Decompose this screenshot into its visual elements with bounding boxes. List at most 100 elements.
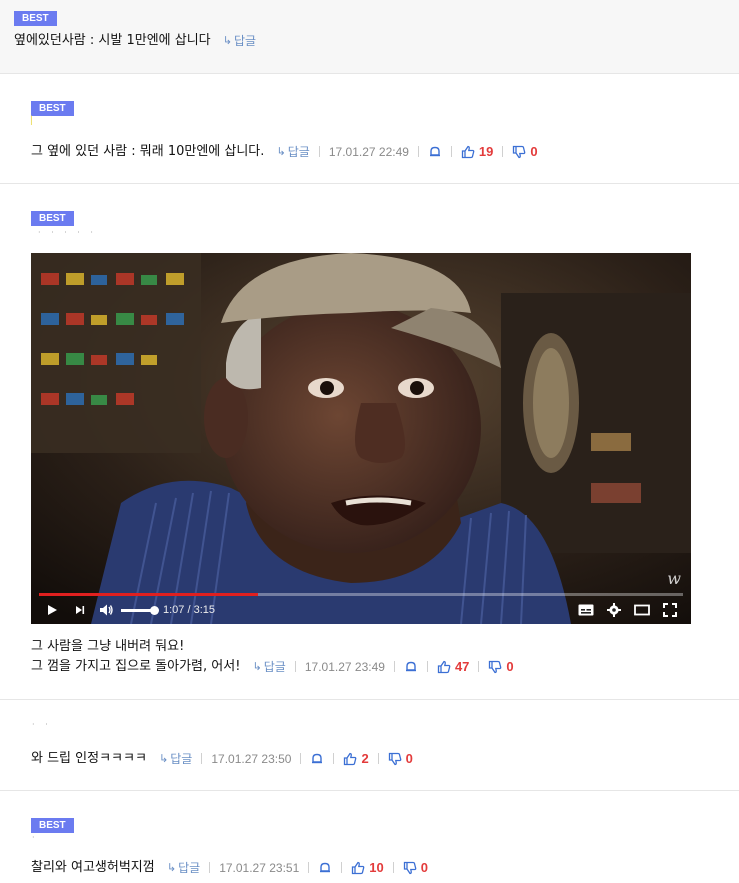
comment-row: 옆에있던사람 : 시발 1만엔에 삽니다 ↳ 답글 — [14, 29, 256, 49]
dislike-button[interactable]: 0 — [488, 659, 514, 674]
dislike-count: 0 — [530, 144, 538, 159]
divider — [209, 862, 211, 873]
thumbs-down-icon — [513, 145, 526, 158]
dislike-button[interactable]: 0 — [388, 751, 413, 766]
divider — [300, 753, 302, 764]
comment-date: 17.01.27 23:50 — [211, 751, 292, 766]
comment-row: 그 껌을 가지고 집으로 돌아가렴, 어서! ↳ 답글 17.01.27 23:… — [31, 655, 514, 675]
like-count: 10 — [369, 860, 384, 875]
notify-bell-icon[interactable] — [310, 752, 324, 766]
video-player[interactable]: w 1:07 / 3:15 — [31, 253, 691, 624]
reply-button[interactable]: ↳ 답글 — [159, 750, 192, 767]
comment-row: 와 드립 인정ㅋㅋㅋㅋ ↳ 답글 17.01.27 23:50 2 0 — [31, 747, 413, 767]
gear-icon[interactable] — [603, 599, 625, 621]
divider — [417, 146, 419, 157]
reply-button[interactable]: ↳ 답글 — [167, 859, 200, 876]
divider — [377, 753, 379, 764]
reply-label: 답글 — [178, 861, 201, 875]
like-button[interactable]: 10 — [351, 860, 384, 875]
thumbs-down-icon — [403, 861, 417, 874]
divider — [426, 661, 428, 672]
video-frame — [31, 253, 691, 624]
reply-arrow-icon: ↳ — [276, 145, 286, 158]
notify-bell-icon[interactable] — [318, 861, 332, 875]
thumbs-down-icon — [388, 752, 402, 765]
comment-text: 그 껌을 가지고 집으로 돌아가렴, 어서! — [31, 659, 241, 674]
reply-button[interactable]: ↳ 답글 — [223, 32, 256, 49]
divider — [450, 146, 452, 157]
divider — [201, 753, 203, 764]
reply-arrow-icon: ↳ — [222, 34, 232, 47]
notify-bell-icon[interactable] — [428, 145, 442, 159]
reply-label: 답글 — [170, 752, 193, 766]
volume-knob[interactable] — [150, 605, 159, 615]
video-controls: 1:07 / 3:15 — [31, 596, 691, 624]
author-marker: · · · · · — [38, 228, 97, 237]
thumbs-up-icon — [461, 145, 475, 158]
dislike-count: 0 — [405, 751, 413, 766]
reply-arrow-icon: ↳ — [252, 660, 262, 673]
channel-watermark: w — [667, 569, 681, 588]
comment-text: 와 드립 인정ㅋㅋㅋㅋ — [31, 751, 147, 766]
comment-text: 그 옆에 있던 사람 : 뭐래 10만엔에 삽니다. — [31, 144, 265, 159]
reply-label: 답글 — [233, 34, 257, 48]
like-button[interactable]: 2 — [343, 751, 369, 766]
theater-mode-icon[interactable] — [631, 599, 653, 621]
best-badge: BEST — [31, 211, 74, 226]
like-count: 47 — [454, 659, 470, 674]
volume-icon[interactable] — [95, 599, 117, 621]
author-marker: · — [32, 833, 39, 842]
dislike-count: 0 — [506, 659, 514, 674]
comment-item: BEST ▏ 그 옆에 있던 사람 : 뭐래 10만엔에 삽니다. ↳ 답글 1… — [0, 74, 739, 184]
divider — [318, 146, 320, 157]
author-marker: ▏ — [31, 116, 42, 125]
comment-item: · · 와 드립 인정ㅋㅋㅋㅋ ↳ 답글 17.01.27 23:50 2 0 — [0, 700, 739, 791]
best-badge: BEST — [31, 101, 74, 116]
comment-text: 찰리와 여고생허벅지껌 — [31, 860, 155, 875]
divider — [294, 661, 296, 672]
reply-label: 답글 — [287, 145, 310, 159]
dislike-count: 0 — [420, 860, 428, 875]
like-button[interactable]: 47 — [437, 659, 469, 674]
comment-date: 17.01.27 23:49 — [304, 659, 385, 674]
author-marker: · · — [32, 720, 52, 729]
thumbs-up-icon — [437, 660, 451, 673]
dislike-button[interactable]: 0 — [403, 860, 428, 875]
reply-button[interactable]: ↳ 답글 — [277, 143, 310, 160]
video-time: 1:07 / 3:15 — [163, 604, 215, 616]
best-badge: BEST — [31, 818, 74, 833]
comment-date: 17.01.27 22:49 — [328, 144, 409, 159]
divider — [341, 862, 343, 873]
reply-arrow-icon: ↳ — [159, 752, 169, 765]
like-button[interactable]: 19 — [461, 144, 493, 159]
reply-label: 답글 — [263, 660, 286, 674]
divider — [308, 862, 310, 873]
fullscreen-icon[interactable] — [659, 599, 681, 621]
comment-text: 옆에있던사람 : 시발 1만엔에 삽니다 — [14, 33, 211, 48]
divider — [393, 661, 395, 672]
like-count: 19 — [478, 144, 494, 159]
play-icon[interactable] — [41, 599, 63, 621]
comment-row: 찰리와 여고생허벅지껌 ↳ 답글 17.01.27 23:51 10 0 — [31, 856, 428, 876]
notify-bell-icon[interactable] — [404, 660, 418, 674]
comment-row: 그 옆에 있던 사람 : 뭐래 10만엔에 삽니다. ↳ 답글 17.01.27… — [31, 140, 538, 160]
comment-item: BEST · 찰리와 여고생허벅지껌 ↳ 답글 17.01.27 23:51 1… — [0, 791, 739, 883]
comment-date: 17.01.27 23:51 — [219, 860, 300, 875]
divider — [333, 753, 335, 764]
volume-slider[interactable] — [121, 605, 159, 615]
reply-button[interactable]: ↳ 답글 — [253, 658, 286, 675]
reply-arrow-icon: ↳ — [166, 861, 177, 874]
divider — [502, 146, 504, 157]
best-badge: BEST — [14, 11, 57, 26]
next-icon[interactable] — [69, 599, 91, 621]
divider — [478, 661, 480, 672]
dislike-button[interactable]: 0 — [512, 144, 538, 159]
comment-line: 그 사람을 그냥 내버려 둬요! — [31, 639, 185, 654]
comment-item: BEST 옆에있던사람 : 시발 1만엔에 삽니다 ↳ 답글 — [0, 0, 739, 74]
thumbs-up-icon — [352, 861, 365, 874]
captions-icon[interactable] — [575, 599, 597, 621]
thumbs-up-icon — [344, 752, 357, 765]
comment-item: BEST · · · · · w 1:07 / 3:15 그 사람을 그냥 내버… — [0, 184, 739, 700]
thumbs-down-icon — [489, 660, 502, 673]
like-count: 2 — [361, 751, 369, 766]
